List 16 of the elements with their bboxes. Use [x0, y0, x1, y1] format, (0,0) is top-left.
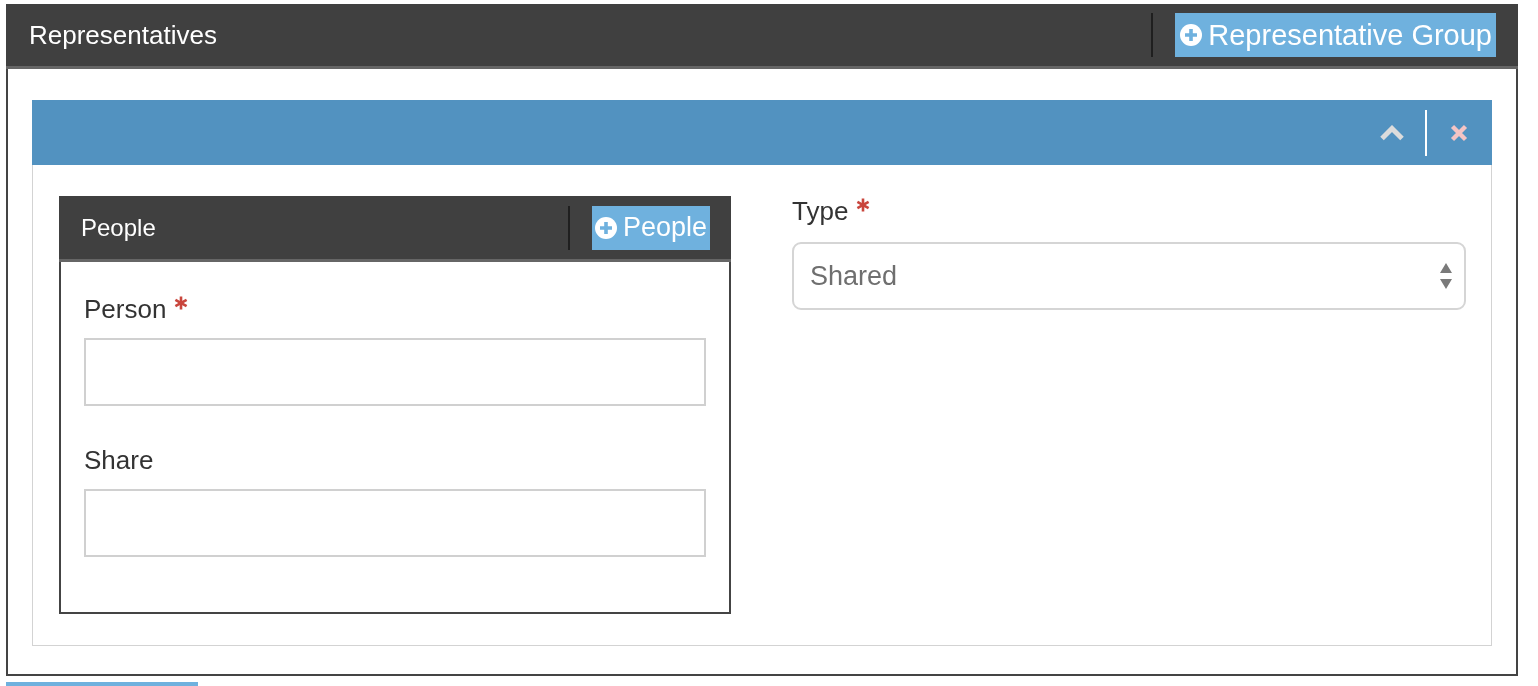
- input-field[interactable]: [84, 338, 706, 406]
- plus-circle-icon: [594, 216, 617, 239]
- field-label: Type: [792, 196, 849, 226]
- input-field[interactable]: [84, 489, 706, 557]
- panel-title: Representatives: [29, 19, 218, 51]
- chevron-up-icon[interactable]: [1379, 124, 1405, 141]
- add-people-button[interactable]: People: [591, 205, 710, 250]
- plus-circle-icon: [1180, 24, 1203, 46]
- field-label: Share: [84, 445, 154, 475]
- cut-off-button[interactable]: [6, 682, 198, 686]
- close-icon[interactable]: [1450, 123, 1468, 142]
- people-panel-title: People: [81, 213, 157, 242]
- up-down-arrows-icon: [1440, 263, 1452, 289]
- type-select[interactable]: Shared: [792, 242, 1466, 310]
- field-label: Person: [84, 294, 167, 324]
- add-representative-group-button[interactable]: Representative Group: [1175, 13, 1496, 57]
